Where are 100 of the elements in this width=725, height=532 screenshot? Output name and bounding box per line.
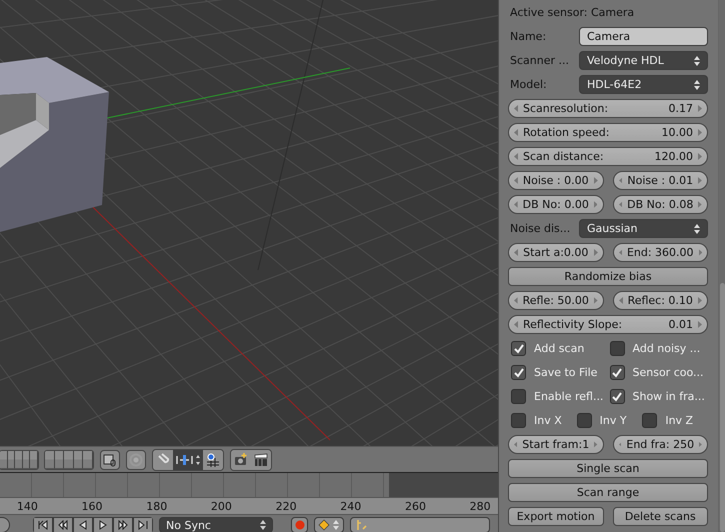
left-triangle-icon bbox=[514, 297, 518, 304]
right-triangle-icon bbox=[594, 249, 598, 256]
left-triangle-icon bbox=[514, 105, 518, 112]
right-triangle-icon bbox=[594, 297, 598, 304]
action-button[interactable]: Export motion bbox=[508, 507, 604, 526]
action-button[interactable]: Randomize bias bbox=[508, 267, 708, 286]
field-label: Model: bbox=[509, 78, 548, 91]
checkbox-label: Add scan bbox=[534, 342, 584, 355]
number-field[interactable]: DB No: 0.00 bbox=[508, 195, 604, 214]
dropdown[interactable]: HDL-64E2 bbox=[579, 75, 708, 94]
play-icon[interactable] bbox=[93, 517, 113, 532]
next-keyframe-icon[interactable] bbox=[113, 517, 133, 532]
right-triangle-icon bbox=[698, 201, 702, 208]
up-down-arrows-icon bbox=[694, 78, 700, 90]
camera-icon[interactable] bbox=[231, 450, 251, 470]
up-down-arrows-icon bbox=[694, 222, 700, 234]
checkbox[interactable] bbox=[610, 341, 624, 356]
clapperboard-icon[interactable] bbox=[251, 450, 271, 470]
left-triangle-icon bbox=[618, 177, 622, 184]
play-reverse-icon[interactable] bbox=[73, 517, 93, 532]
checkbox-label: Add noisy ... bbox=[632, 342, 700, 355]
left-triangle-icon bbox=[514, 201, 518, 208]
scrollbar-thumb[interactable] bbox=[720, 283, 725, 532]
left-triangle-icon bbox=[618, 297, 622, 304]
link-icon[interactable] bbox=[100, 450, 120, 470]
action-button[interactable]: Scan range bbox=[508, 483, 708, 502]
frame-number: 220 bbox=[274, 500, 298, 512]
number-field[interactable]: End: 360.00 bbox=[612, 243, 708, 262]
checkbox[interactable] bbox=[511, 365, 526, 380]
checkbox-label: Save to File bbox=[534, 366, 598, 379]
number-field[interactable]: Reflec: 0.10 bbox=[612, 291, 708, 310]
checkbox[interactable] bbox=[610, 365, 624, 380]
right-triangle-icon bbox=[594, 201, 598, 208]
number-field[interactable]: Rotation speed: 10.00 bbox=[508, 123, 708, 142]
number-field[interactable]: End fra: 250 bbox=[612, 435, 708, 454]
jump-to-start-icon[interactable] bbox=[33, 517, 53, 532]
checkbox[interactable] bbox=[642, 413, 658, 428]
magnet-icon[interactable] bbox=[153, 450, 173, 470]
action-button[interactable]: Single scan bbox=[508, 459, 708, 478]
frame-number: 140 bbox=[16, 500, 39, 512]
right-triangle-icon bbox=[698, 249, 702, 256]
frame-number: 280 bbox=[468, 500, 492, 512]
layer-buttons[interactable] bbox=[44, 450, 94, 470]
frame-number: 200 bbox=[210, 500, 233, 512]
left-triangle-icon bbox=[514, 321, 518, 328]
left-triangle-icon bbox=[514, 441, 518, 448]
right-triangle-icon bbox=[698, 153, 702, 160]
checkbox[interactable] bbox=[576, 413, 592, 428]
right-triangle-icon bbox=[698, 297, 702, 304]
checkbox[interactable] bbox=[511, 341, 526, 356]
dropdown[interactable]: Gaussian bbox=[579, 219, 708, 238]
left-triangle-icon bbox=[514, 249, 518, 256]
right-triangle-icon bbox=[698, 129, 702, 136]
frame-number: 260 bbox=[404, 500, 427, 512]
layer-buttons[interactable] bbox=[0, 450, 39, 470]
right-triangle-icon bbox=[698, 105, 702, 112]
checkbox-label: Enable refl... bbox=[534, 390, 604, 403]
section-title: Active sensor: Camera bbox=[509, 5, 636, 21]
keying-set-field[interactable] bbox=[350, 517, 490, 532]
number-field[interactable]: Reflectivity Slope: 0.01 bbox=[508, 315, 708, 334]
record-icon[interactable] bbox=[291, 517, 308, 532]
right-triangle-icon bbox=[698, 321, 702, 328]
field-label: Scanner ... bbox=[509, 54, 570, 67]
right-triangle-icon bbox=[698, 177, 702, 184]
frame-number: 160 bbox=[80, 500, 104, 512]
previous-keyframe-icon[interactable] bbox=[53, 517, 73, 532]
key-icon bbox=[355, 519, 367, 531]
jump-to-end-icon[interactable] bbox=[133, 517, 153, 532]
number-field[interactable]: DB No: 0.08 bbox=[612, 195, 708, 214]
field-label: Name: bbox=[509, 30, 548, 43]
right-triangle-icon bbox=[594, 441, 598, 448]
frame-number: 180 bbox=[145, 500, 168, 512]
number-field[interactable]: Refle: 50.00 bbox=[508, 291, 604, 310]
checkbox-label: Show in fra... bbox=[632, 390, 705, 403]
left-triangle-icon bbox=[618, 249, 622, 256]
number-field[interactable]: Noise : 0.01 bbox=[612, 171, 708, 190]
frame-number: 240 bbox=[339, 500, 362, 512]
dropdown[interactable]: Velodyne HDL bbox=[579, 51, 708, 70]
text-field[interactable]: Camera bbox=[579, 27, 708, 46]
grid-snap-icon[interactable] bbox=[203, 450, 223, 470]
checkbox[interactable] bbox=[511, 413, 526, 428]
left-triangle-icon bbox=[514, 153, 518, 160]
action-button[interactable]: Delete scans bbox=[612, 507, 708, 526]
left-triangle-icon bbox=[514, 177, 518, 184]
up-down-arrows-icon bbox=[694, 54, 700, 66]
left-triangle-icon bbox=[514, 129, 518, 136]
snap-element-dropdown[interactable] bbox=[173, 450, 203, 470]
checkbox-label: Sensor coo... bbox=[632, 366, 704, 379]
number-field[interactable]: Start fram:1 bbox=[508, 435, 604, 454]
checkbox[interactable] bbox=[610, 389, 624, 404]
right-triangle-icon bbox=[594, 177, 598, 184]
number-field[interactable]: Noise : 0.00 bbox=[508, 171, 604, 190]
number-field[interactable]: Scanresolution: 0.17 bbox=[508, 99, 708, 118]
checkbox-label: Inv X bbox=[534, 414, 562, 427]
sync-dropdown[interactable]: No Sync bbox=[159, 517, 273, 532]
number-field[interactable]: Start a:0.00 bbox=[508, 243, 604, 262]
left-triangle-icon bbox=[618, 441, 622, 448]
checkbox[interactable] bbox=[511, 389, 526, 404]
checkbox-label: Inv Z bbox=[665, 414, 694, 427]
number-field[interactable]: Scan distance: 120.00 bbox=[508, 147, 708, 166]
